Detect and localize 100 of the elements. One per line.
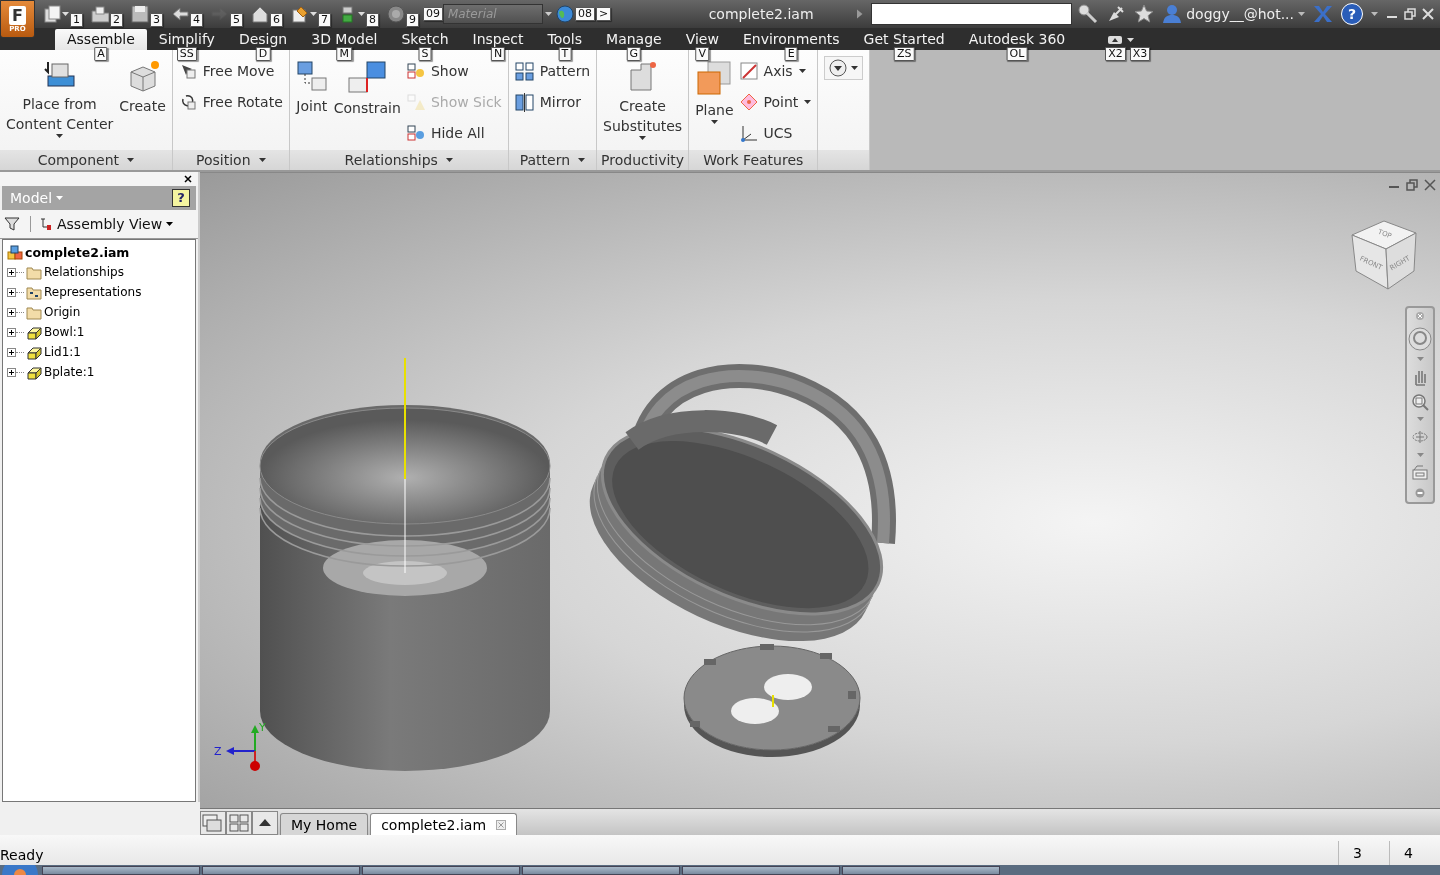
toolbar-button[interactable] (290, 5, 317, 23)
hierarchy-icon (39, 217, 53, 231)
taskbar-button[interactable] (522, 866, 680, 875)
ribbon-button[interactable]: Point (739, 91, 812, 113)
key-icon[interactable] (1078, 4, 1099, 24)
keytip: 2 (109, 13, 123, 27)
taskbar-button[interactable] (202, 866, 360, 875)
toolbar-button[interactable] (250, 5, 269, 23)
keytip: 4 (189, 13, 203, 27)
material-dropdown[interactable]: Material (442, 4, 543, 24)
folder-icon (26, 304, 42, 320)
keytip: ZS (893, 47, 915, 61)
ribbon-tab[interactable]: Design (226, 29, 300, 50)
caret-icon (1416, 417, 1424, 422)
user-icon (1162, 4, 1183, 24)
document-tab[interactable]: My Home (280, 813, 369, 835)
toolbar-button[interactable] (42, 5, 69, 23)
expand-icon[interactable] (7, 307, 16, 317)
axis-label: Z (214, 745, 222, 758)
ribbon-button[interactable]: Free Rotate (178, 91, 283, 113)
ribbon-tab[interactable]: 3D Model (299, 29, 390, 50)
caret-icon (578, 158, 586, 162)
show-sick-icon (406, 93, 425, 111)
hide-all-icon (406, 124, 425, 142)
panel-toggle-icon[interactable] (1107, 34, 1124, 45)
panel-menu[interactable]: Pattern (519, 152, 586, 168)
expand-icon[interactable] (7, 287, 16, 297)
steering-wheel-icon[interactable] (1408, 326, 1432, 351)
place-component-icon (41, 60, 78, 90)
keytip: 09 (422, 7, 443, 21)
keytip: 7 (317, 13, 331, 27)
panel-menu[interactable]: Position (196, 152, 266, 168)
help-button[interactable]: ? (1341, 3, 1363, 25)
ribbon-button[interactable]: Free Move (178, 60, 283, 82)
tree-item[interactable]: Relationships (44, 265, 124, 279)
ribbon-button[interactable]: Mirror (514, 91, 591, 113)
ribbon-button[interactable]: Show (406, 60, 502, 82)
ribbon-button[interactable]: Create (119, 54, 166, 150)
taskbar-button[interactable] (42, 866, 200, 875)
tree-item[interactable]: Origin (44, 305, 81, 319)
ribbon-tab[interactable]: Environments (730, 29, 852, 50)
ribbon-tab[interactable]: Manage (594, 29, 674, 50)
ribbon-button[interactable]: Hide All (406, 122, 502, 144)
toolbar-button[interactable] (130, 5, 149, 23)
toolbar-button[interactable] (386, 5, 405, 23)
ribbon-tab[interactable]: View (673, 29, 731, 50)
part-icon (26, 344, 42, 360)
tree-item[interactable]: complete2.iam (25, 244, 130, 260)
panel-menu[interactable]: Component (37, 152, 135, 168)
ribbon-button[interactable]: Axis (739, 60, 812, 82)
ribbon-button[interactable]: Pattern (514, 60, 591, 82)
expand-arrow-icon[interactable] (857, 9, 863, 19)
expand-icon[interactable] (7, 327, 16, 337)
ribbon-tab[interactable]: Simplify (146, 29, 227, 50)
tree-item[interactable]: Lid1:1 (44, 345, 81, 359)
star-icon[interactable] (1134, 4, 1155, 24)
user-menu[interactable]: doggy__@hot... (1162, 4, 1305, 24)
caret-icon (710, 120, 718, 124)
panel-menu[interactable]: Relationships (344, 152, 453, 168)
zoom-icon[interactable] (1411, 392, 1429, 411)
tree-item[interactable]: Representations (44, 285, 142, 299)
tree-item[interactable]: Bowl:1 (44, 325, 85, 339)
ribbon-dropdown-button[interactable] (824, 56, 864, 80)
restore-icon[interactable] (1404, 8, 1416, 20)
expand-icon[interactable] (7, 367, 16, 377)
look-at-icon[interactable] (1411, 463, 1429, 482)
restore-icon[interactable] (1406, 179, 1418, 191)
ribbon-tab[interactable]: Get Started (851, 29, 957, 50)
taskbar-button[interactable] (842, 866, 1000, 875)
filter-icon[interactable] (4, 216, 20, 232)
tree-item[interactable]: Bplate:1 (44, 365, 95, 379)
dropdown-circle-icon (829, 59, 848, 77)
close-icon[interactable] (184, 175, 192, 183)
ribbon-tab[interactable]: Tools (535, 29, 595, 50)
ribbon-tab[interactable]: Sketch (389, 29, 461, 50)
document-tab[interactable]: complete2.iam (370, 813, 518, 835)
document-stack-icon (42, 5, 61, 23)
ribbon-tab[interactable]: Autodesk 360 (956, 29, 1078, 50)
help-button[interactable]: ? (172, 189, 190, 207)
search-field[interactable] (870, 3, 1073, 25)
taskbar-button[interactable] (682, 866, 840, 875)
toolbar-button[interactable] (90, 5, 109, 23)
ribbon-button[interactable]: Joint (295, 54, 328, 150)
ribbon-button[interactable]: UCS (739, 122, 812, 144)
globe-icon[interactable] (555, 5, 574, 23)
toolbar-button[interactable] (170, 5, 189, 23)
panel-title: Productivity (601, 152, 685, 168)
tile-icon[interactable] (226, 811, 252, 835)
cascade-icon[interactable] (200, 811, 226, 835)
ribbon-tab[interactable]: Inspect (460, 29, 536, 50)
ribbon-tab[interactable]: Assemble (55, 29, 147, 50)
collapse-icon[interactable] (1415, 487, 1425, 498)
expand-icon[interactable] (7, 267, 16, 277)
keytip: M (336, 47, 353, 61)
expand-icon[interactable] (7, 347, 16, 357)
part-icon (26, 324, 42, 340)
start-orb-icon[interactable] (0, 865, 40, 875)
taskbar-button[interactable] (362, 866, 520, 875)
status-message: Ready (0, 847, 45, 865)
caret-icon (798, 69, 806, 73)
